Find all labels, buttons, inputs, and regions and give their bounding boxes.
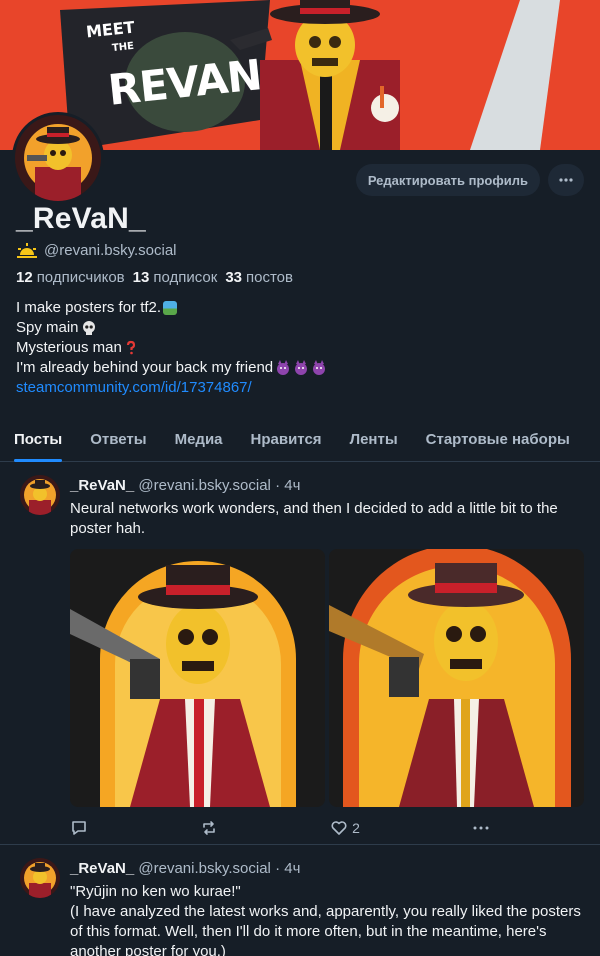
profile-bio: I make posters for tf2. Spy main Mysteri… xyxy=(16,298,329,398)
bio-line-4: I'm already behind your back my friend xyxy=(16,359,274,376)
post-text-line-1: "Ryūjin no ken wo kurae!" xyxy=(70,883,241,900)
post-timestamp[interactable]: · 4ч xyxy=(275,477,300,494)
bio-line-1: I make posters for tf2. xyxy=(16,299,162,316)
tab-starter-packs[interactable]: Стартовые наборы xyxy=(412,418,584,461)
bio-line-2: Spy main xyxy=(16,319,79,336)
profile-display-name: _ReVaN_ xyxy=(16,202,146,235)
reply-icon xyxy=(72,821,86,835)
tab-posts[interactable]: Посты xyxy=(0,418,76,462)
question-mark-icon xyxy=(126,340,135,355)
post-header: _ReVaN_ @revani.bsky.social · 4ч xyxy=(70,477,300,494)
post-author-name[interactable]: _ReVaN_ xyxy=(70,860,134,877)
devil-icon xyxy=(277,360,326,375)
post-image-1[interactable] xyxy=(70,549,325,807)
profile-avatar[interactable] xyxy=(12,112,104,204)
bio-line-3: Mysterious man xyxy=(16,339,122,356)
post-author-avatar[interactable] xyxy=(20,475,60,515)
framed-picture-icon xyxy=(163,301,178,315)
post-actions: 2 xyxy=(70,817,490,839)
bio-link[interactable]: steamcommunity.com/id/17374867/ xyxy=(16,378,252,398)
post-text-line-2: (I have analyzed the latest works and, a… xyxy=(70,903,581,956)
profile-handle-row: @revani.bsky.social xyxy=(16,242,177,259)
more-options-button[interactable] xyxy=(548,164,584,196)
reply-button[interactable] xyxy=(70,819,88,837)
post-timestamp[interactable]: · 4ч xyxy=(275,860,300,877)
post-author-handle[interactable]: @revani.bsky.social xyxy=(138,477,271,494)
edit-profile-button[interactable]: Редактировать профиль xyxy=(355,164,540,196)
post-header: _ReVaN_ @revani.bsky.social · 4ч xyxy=(70,860,300,877)
repost-button[interactable] xyxy=(200,819,218,837)
tab-likes[interactable]: Нравится xyxy=(237,418,336,461)
skull-icon xyxy=(82,321,95,335)
tab-media[interactable]: Медиа xyxy=(161,418,237,461)
post-item[interactable]: _ReVaN_ @revani.bsky.social · 4ч Neural … xyxy=(0,463,600,845)
post-item[interactable]: _ReVaN_ @revani.bsky.social · 4ч "Ryūjin… xyxy=(0,846,600,956)
ellipsis-icon xyxy=(473,826,489,830)
post-author-handle[interactable]: @revani.bsky.social xyxy=(138,860,271,877)
post-images xyxy=(70,549,584,807)
followers-stat[interactable]: 12 подписчиков xyxy=(16,269,125,286)
banner-the-text: THE xyxy=(111,40,135,55)
like-button[interactable]: 2 xyxy=(330,819,360,837)
like-count: 2 xyxy=(352,820,360,836)
profile-handle[interactable]: @revani.bsky.social xyxy=(44,242,177,259)
post-author-avatar[interactable] xyxy=(20,858,60,898)
posts-stat: 33 постов xyxy=(225,269,293,286)
post-more-button[interactable] xyxy=(472,819,490,837)
following-stat[interactable]: 13 подписок xyxy=(133,269,218,286)
post-author-name[interactable]: _ReVaN_ xyxy=(70,477,134,494)
post-text: Neural networks work wonders, and then I… xyxy=(70,500,558,537)
heart-icon xyxy=(331,821,347,835)
profile-tabs: Посты Ответы Медиа Нравится Ленты Старто… xyxy=(0,418,600,462)
post-image-2[interactable] xyxy=(329,549,584,807)
ellipsis-icon xyxy=(559,178,573,182)
tab-feeds[interactable]: Ленты xyxy=(336,418,412,461)
tab-replies[interactable]: Ответы xyxy=(76,418,160,461)
profile-actions: Редактировать профиль xyxy=(355,164,584,196)
post-text: "Ryūjin no ken wo kurae!" (I have analyz… xyxy=(70,882,585,956)
profile-stats: 12 подписчиков 13 подписок 33 постов xyxy=(16,269,293,286)
repost-icon xyxy=(203,821,215,835)
sunrise-icon xyxy=(17,242,37,258)
